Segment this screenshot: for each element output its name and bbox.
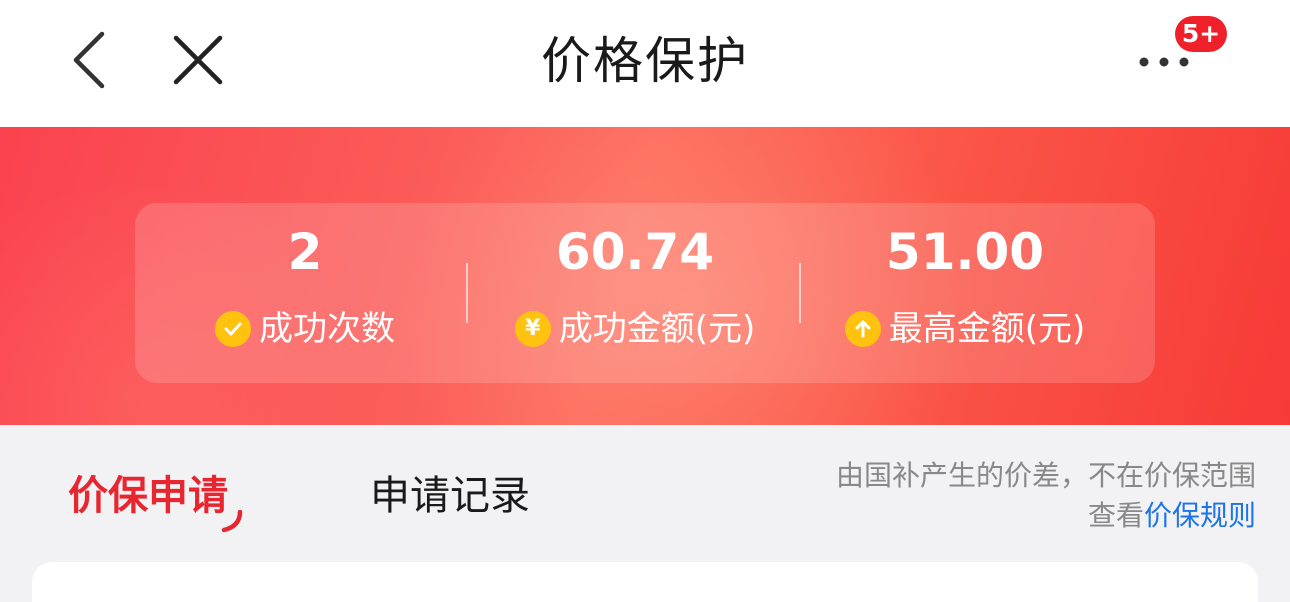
tab-label: 申请记录 bbox=[370, 473, 530, 519]
stat-label: 成功次数 bbox=[259, 309, 395, 349]
tab-price-protect-apply[interactable]: 价保申请 bbox=[68, 468, 243, 533]
stat-max-amount: 51.00 最高金额(元) bbox=[795, 203, 1135, 383]
yen-circle-icon: ¥ bbox=[514, 311, 551, 347]
notice-rule-line: 查看价保规则 bbox=[836, 496, 1256, 536]
stat-success-count: 2 成功次数 bbox=[135, 203, 475, 383]
price-protect-rules-link[interactable]: 价保规则 bbox=[1144, 499, 1256, 532]
stat-value: 51.00 bbox=[885, 223, 1045, 281]
stat-value: 2 bbox=[287, 223, 323, 281]
notice-text: 由国补产生的价差，不在价保范围 bbox=[835, 459, 1256, 492]
arrow-up-circle-icon bbox=[844, 311, 881, 347]
tab-active-indicator bbox=[221, 510, 243, 533]
content-card bbox=[32, 562, 1258, 602]
stat-label: 最高金额(元) bbox=[888, 309, 1086, 349]
stat-value: 60.74 bbox=[555, 223, 715, 281]
check-circle-icon bbox=[215, 311, 251, 347]
notice-prefix: 查看 bbox=[1087, 499, 1144, 532]
stat-label: 成功金额(元) bbox=[558, 309, 756, 349]
tab-apply-record[interactable]: 申请记录 bbox=[370, 468, 530, 524]
stats-card: 2 成功次数 60.74 ¥ 成功金额(元) 51.00 最高金额(元) bbox=[135, 203, 1155, 383]
page-title: 价格保护 bbox=[541, 32, 749, 90]
stats-banner: 2 成功次数 60.74 ¥ 成功金额(元) 51.00 最高金额(元) bbox=[0, 127, 1290, 425]
tab-label: 价保申请 bbox=[68, 473, 228, 519]
notification-badge: 5+ bbox=[1175, 16, 1227, 52]
price-protect-notice: 由国补产生的价差，不在价保范围 查看价保规则 bbox=[836, 456, 1256, 536]
top-nav-bar: 价格保护 5+ bbox=[0, 0, 1290, 127]
stat-success-amount: 60.74 ¥ 成功金额(元) bbox=[465, 203, 805, 383]
